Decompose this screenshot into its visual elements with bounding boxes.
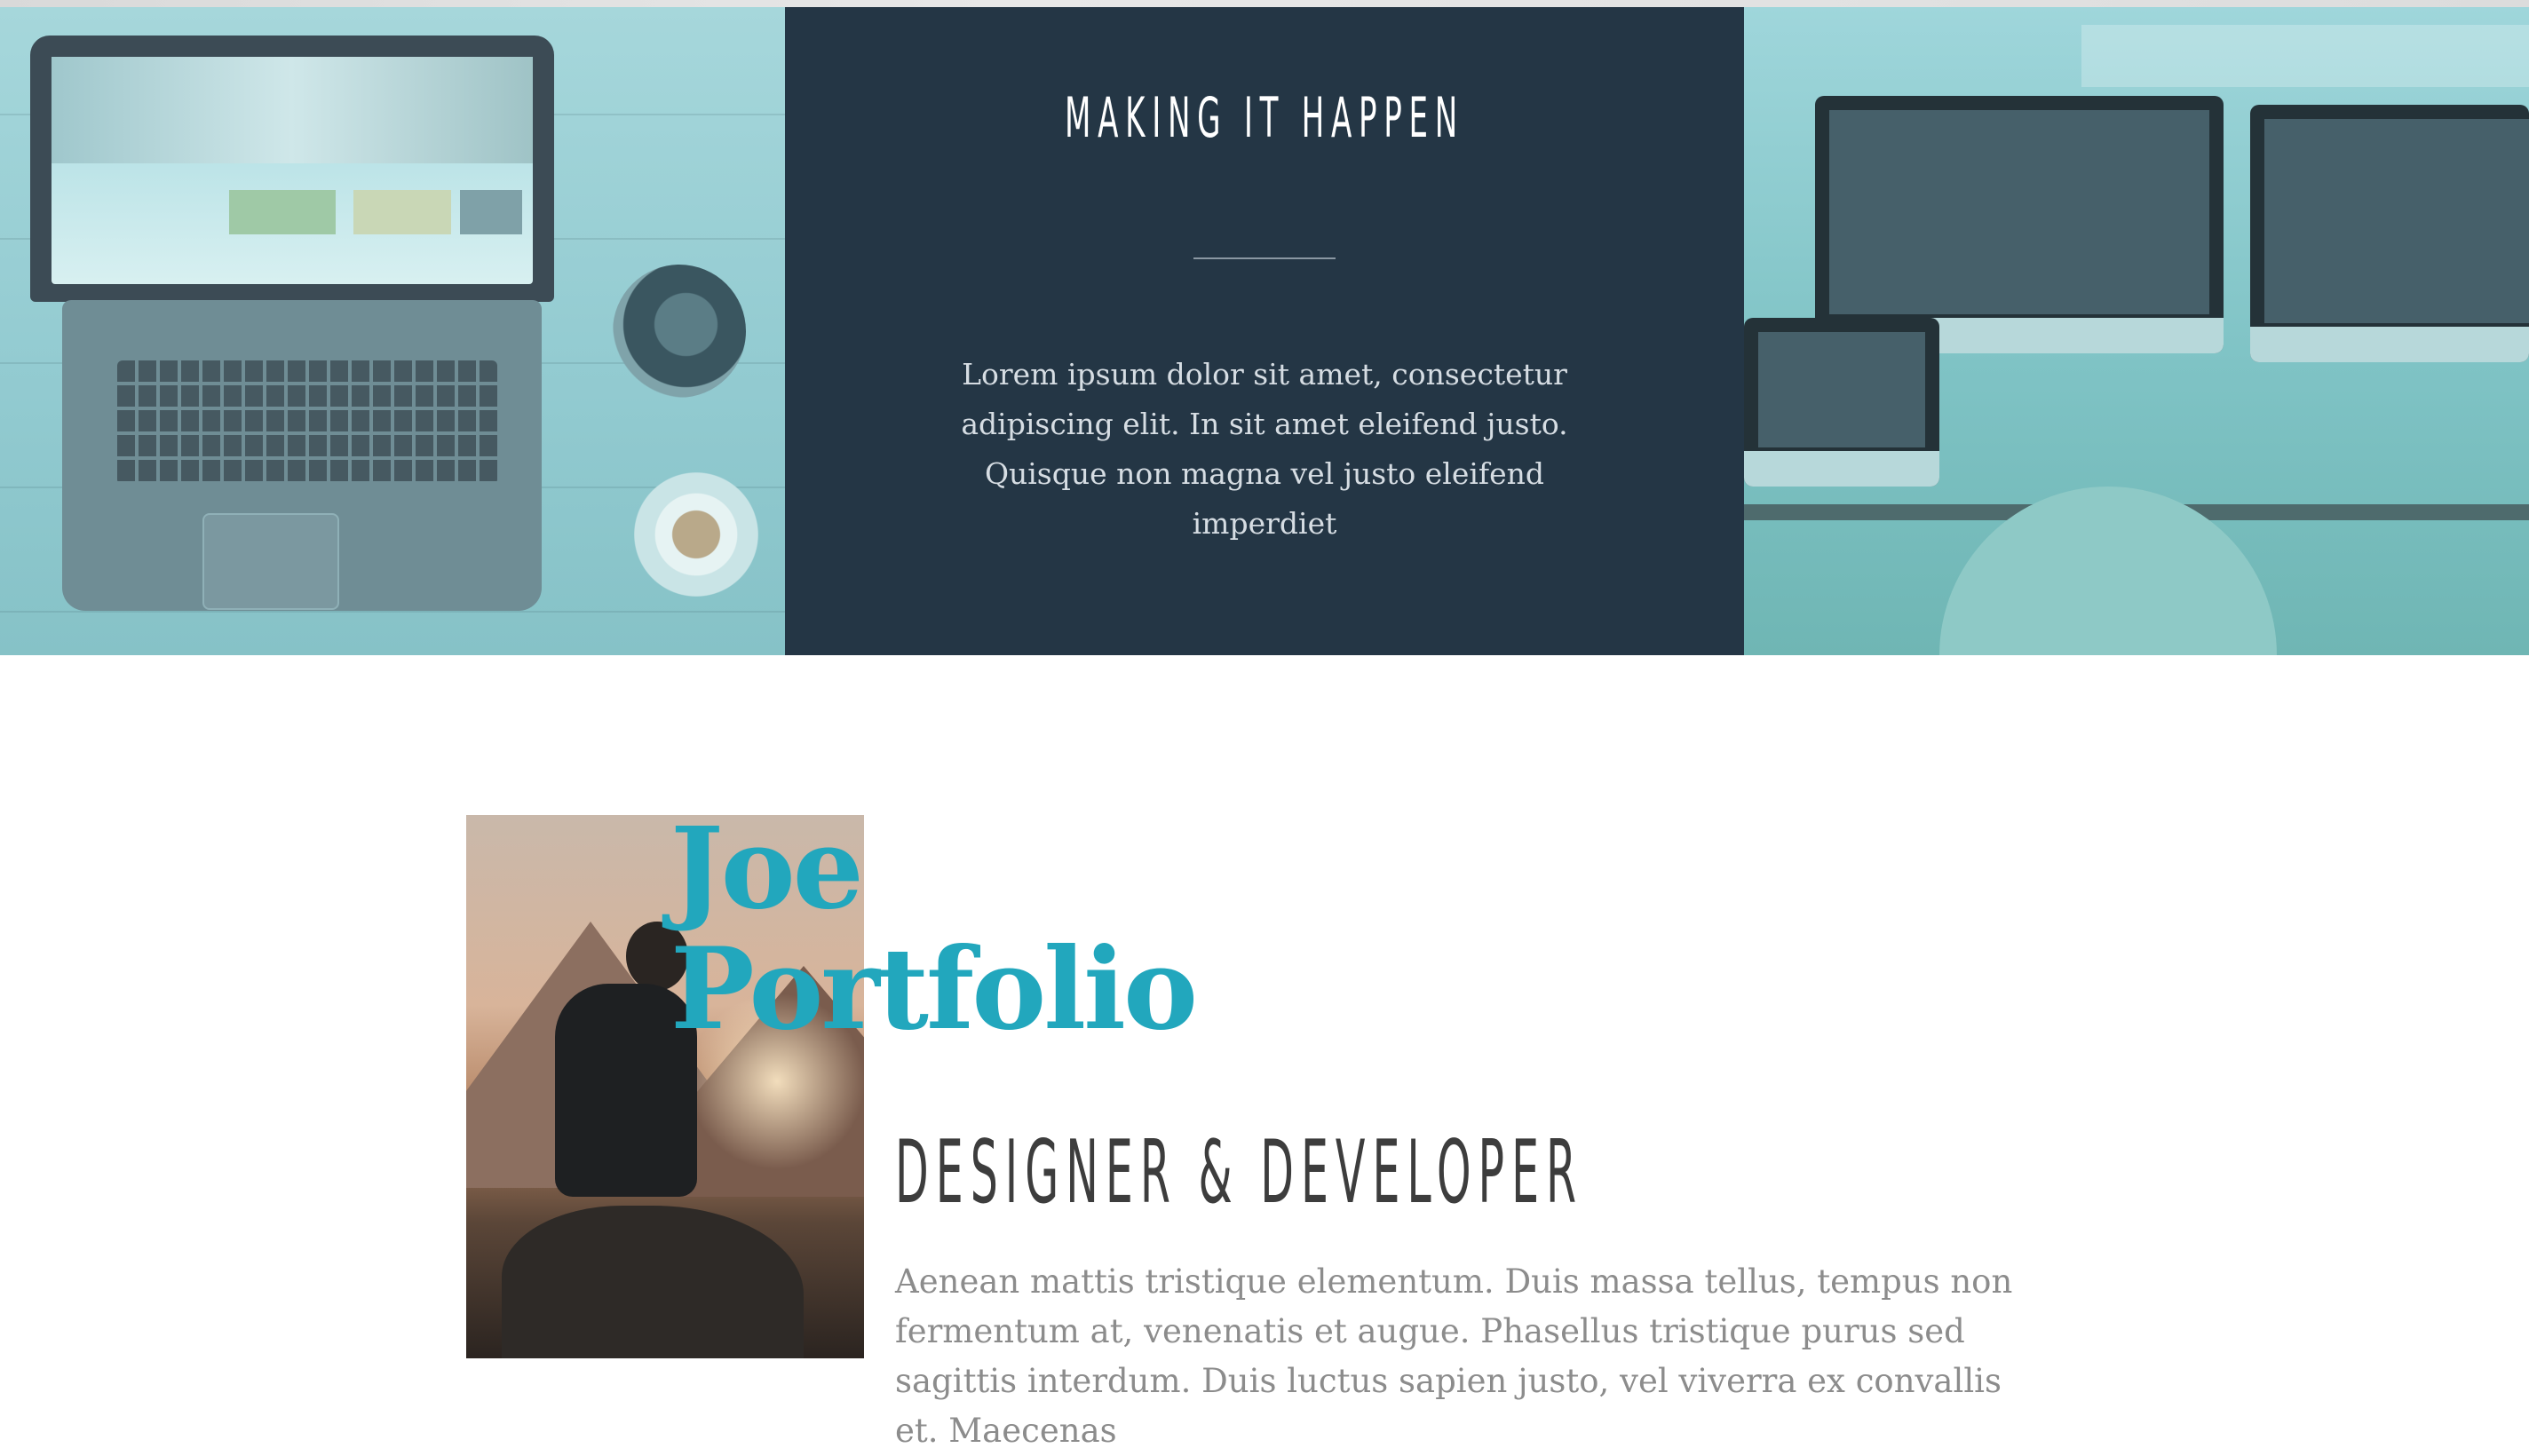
profile-description: Aenean mattis tristique elementum. Duis …: [895, 1262, 2013, 1450]
hero-section: MAKING IT HAPPEN Lorem ipsum dolor sit a…: [0, 7, 2529, 655]
coffee-cup-image: [632, 471, 760, 598]
profile-name: Joe Portfolio: [670, 803, 1198, 1055]
hero-image-laptop-desk: [0, 7, 785, 655]
kettle-image: [613, 265, 746, 398]
profile-role: DESIGNER & DEVELOPER: [895, 1122, 1584, 1223]
hero-content-panel: MAKING IT HAPPEN Lorem ipsum dolor sit a…: [785, 7, 1744, 655]
hero-title: MAKING IT HAPPEN: [1064, 85, 1465, 150]
hero-divider: [1193, 257, 1336, 259]
monitor-image-2: [2250, 105, 2529, 362]
top-strip: [0, 0, 2529, 7]
laptop-small-image: [1744, 318, 1939, 487]
laptop-image: [30, 36, 554, 302]
hero-description: Lorem ipsum dolor sit amet, consectetur …: [961, 357, 1568, 541]
monitor-image: [1815, 96, 2224, 353]
hero-image-workstation: [1744, 7, 2529, 655]
